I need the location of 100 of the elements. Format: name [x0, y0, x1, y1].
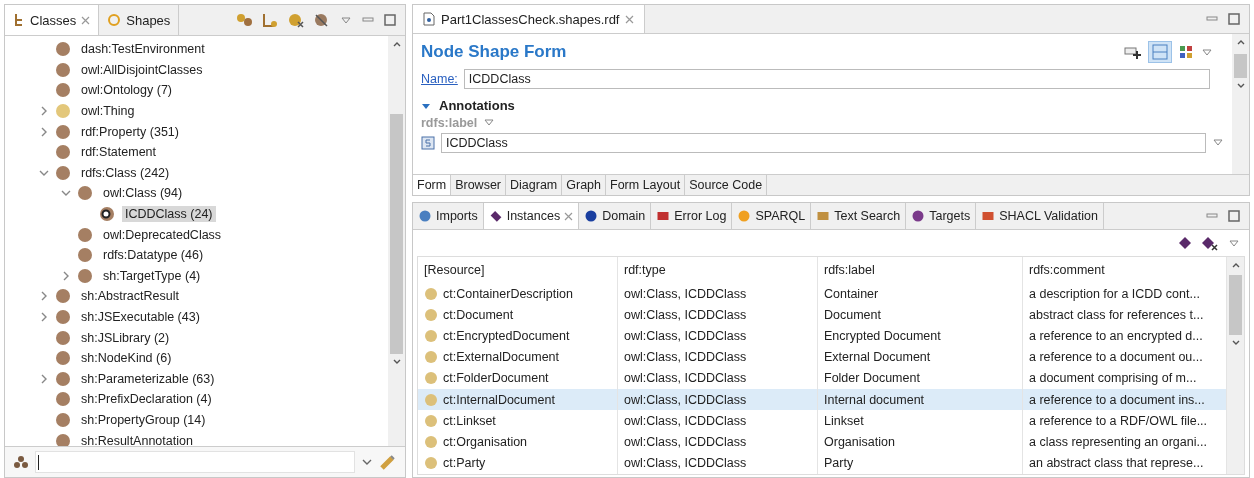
view-icon [911, 209, 926, 223]
table-cell: Folder Document [824, 371, 920, 386]
instance-icon [424, 328, 438, 343]
scroll-thumb[interactable] [1229, 275, 1242, 335]
tree-item[interactable]: sh:ResultAnnotation [78, 432, 196, 446]
hierarchy-icon [13, 13, 25, 27]
instance-icon [424, 456, 438, 471]
diamond-delete-icon[interactable] [1201, 235, 1219, 251]
tree-item[interactable]: owl:DeprecatedClass [100, 226, 225, 243]
column-header[interactable]: rdf:type [618, 257, 818, 283]
tree-item[interactable]: rdf:Property (351) [78, 123, 182, 140]
table-cell: Internal document [824, 392, 925, 407]
view-tab[interactable]: Shapes [99, 5, 180, 35]
view-tab[interactable]: Text Search [811, 203, 907, 229]
view-icon [418, 209, 432, 223]
close-icon[interactable] [81, 15, 91, 25]
scroll-thumb[interactable] [390, 114, 403, 354]
view-tab[interactable]: SHACL Validation [976, 203, 1104, 229]
file-icon [423, 12, 435, 26]
class-delete-icon[interactable] [287, 12, 305, 28]
table-cell: a reference to a document ins... [1029, 392, 1205, 407]
dropdown-caret-icon[interactable] [1212, 138, 1224, 148]
dropdown-caret-icon[interactable] [483, 118, 496, 128]
view-tab[interactable]: Targets [906, 203, 977, 229]
editor-tab[interactable]: Part1ClassesCheck.shapes.rdf [413, 5, 646, 33]
search-icon[interactable] [379, 453, 397, 471]
class-add-icon[interactable] [235, 12, 253, 28]
table-cell: owl:Class, ICDDClass [624, 413, 747, 428]
table-cell: owl:Class, ICDDClass [624, 456, 747, 471]
page-tab[interactable]: Form Layout [606, 175, 686, 195]
view-icon [737, 209, 752, 223]
hierarchy-icon[interactable] [261, 12, 279, 28]
name-link[interactable]: Name: [421, 72, 458, 86]
table-cell: an abstract class that represe... [1029, 456, 1204, 471]
table-cell: Organisation [824, 434, 895, 449]
view-tab[interactable]: SPARQL [732, 203, 812, 229]
view-icon [981, 209, 996, 223]
tree-item[interactable]: sh:AbstractResult [78, 288, 182, 305]
circle-icon [107, 13, 122, 27]
view-tab[interactable]: Domain [579, 203, 652, 229]
maximize-icon[interactable] [1227, 209, 1241, 223]
scrollbar[interactable] [388, 36, 405, 446]
table-row[interactable]: ct:EncryptedDocument owl:Class, ICDDClass Encrypted Document a reference to an encrypted d... [418, 325, 1227, 347]
name-field[interactable]: ICDDClass [463, 69, 1210, 89]
column-header[interactable]: [Resource] [418, 257, 618, 283]
table-cell: Encrypted Document [824, 328, 941, 343]
table-cell: a description for a ICDD cont... [1029, 286, 1200, 301]
instance-icon [424, 392, 438, 407]
scrollbar[interactable] [1227, 257, 1244, 474]
tree-item[interactable]: owl:Thing [78, 103, 138, 120]
table-cell: Container [824, 286, 879, 301]
filter-field[interactable] [35, 451, 355, 473]
table-cell: owl:Class, ICDDClass [624, 350, 747, 365]
view-tab[interactable]: Classes [5, 5, 100, 35]
maximize-icon[interactable] [383, 13, 397, 27]
page-tab[interactable]: Form [413, 175, 452, 195]
table-cell: ct:Document [443, 307, 514, 322]
column-header[interactable]: rdfs:label [818, 257, 1023, 283]
tree-item[interactable]: dash:TestEnvironment [78, 41, 208, 58]
table-row[interactable]: ct:Organisation owl:Class, ICDDClass Organisation a class representing an organi... [418, 431, 1227, 453]
tree-item[interactable]: sh:JSLibrary (2) [78, 329, 173, 346]
view-tab[interactable]: Imports [413, 203, 484, 229]
tree-item[interactable]: sh:JSExecutable (43) [78, 309, 203, 325]
diamond-icon[interactable] [1177, 235, 1193, 251]
table-row[interactable]: ct:InternalDocument owl:Class, ICDDClass Internal document a reference to a document ins... [418, 388, 1227, 411]
tree-item[interactable]: ICDDClass (24) [122, 206, 216, 223]
tree-item[interactable]: owl:AllDisjointClasses [78, 61, 206, 78]
scrollbar[interactable] [1232, 34, 1249, 174]
tree-item[interactable]: sh:NodeKind (6) [78, 350, 175, 367]
page-tab[interactable]: Graph [562, 175, 606, 195]
scroll-thumb[interactable] [1234, 54, 1247, 78]
close-icon[interactable] [625, 14, 635, 24]
tree-item[interactable]: owl:Class (94) [100, 185, 186, 202]
table-cell: a class representing an organi... [1029, 434, 1207, 449]
instance-icon [424, 286, 438, 301]
page-tab[interactable]: Source Code [685, 175, 768, 195]
tree-item[interactable]: rdfs:Datatype (46) [100, 247, 207, 264]
tree-item[interactable]: rdf:Statement [78, 144, 160, 161]
maximize-icon[interactable] [1227, 12, 1241, 26]
tree-item[interactable]: owl:Ontology (7) [78, 82, 175, 99]
page-tab[interactable]: Diagram [506, 175, 563, 195]
view-icon [656, 209, 671, 223]
view-tab[interactable]: Instances [483, 203, 580, 229]
close-icon[interactable] [564, 211, 574, 221]
page-tab[interactable]: Browser [451, 175, 506, 195]
table-cell: a document comprising of m... [1029, 371, 1197, 386]
tree-item[interactable]: rdfs:Class (242) [78, 164, 173, 181]
table-cell: ct:EncryptedDocument [443, 328, 570, 343]
table-cell: ct:ExternalDocument [443, 350, 560, 365]
string-icon [421, 136, 435, 150]
classes-icon [13, 455, 29, 469]
table-cell: abstract class for references t... [1029, 307, 1204, 322]
tree-item[interactable]: sh:PropertyGroup (14) [78, 412, 209, 428]
tree-item[interactable]: sh:Parameterizable (63) [78, 370, 218, 387]
label-field[interactable]: ICDDClass [441, 133, 1206, 153]
tree-item[interactable]: sh:TargetType (4) [100, 267, 204, 284]
tree-item[interactable]: sh:PrefixDeclaration (4) [78, 391, 215, 408]
view-tab[interactable]: Error Log [651, 203, 733, 229]
add-widget-icon[interactable] [1124, 44, 1142, 60]
grid-icon[interactable] [1178, 44, 1194, 60]
